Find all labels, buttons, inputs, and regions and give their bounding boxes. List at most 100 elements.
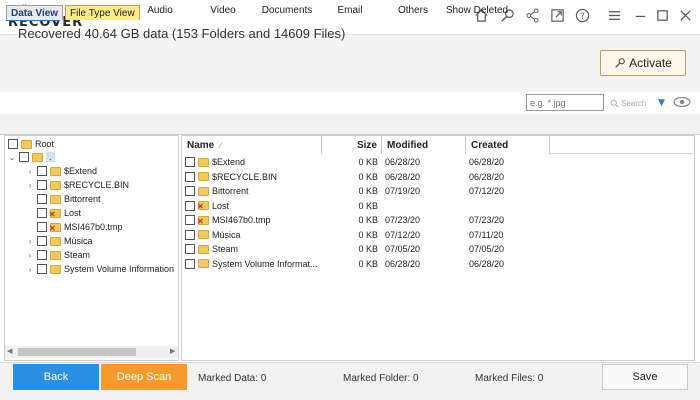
tab-data-view[interactable]: Data View — [6, 5, 64, 20]
tree-item[interactable]: › $Extend — [26, 164, 97, 178]
checkbox[interactable] — [37, 222, 47, 232]
tree-item[interactable]: › Steam — [26, 248, 90, 262]
cell-modified: 06/28/20 — [385, 157, 421, 167]
chevron-right-icon[interactable]: › — [26, 180, 34, 190]
checkbox[interactable] — [185, 186, 195, 196]
tree-item-label: $Extend — [64, 166, 98, 176]
table-row[interactable]: $RECYCLE.BIN 0 KB 06/28/20 06/28/20 — [183, 170, 553, 184]
tree-item[interactable]: › $RECYCLE.BIN — [26, 178, 129, 192]
table-row[interactable]: Steam 0 KB 07/05/20 07/05/20 — [183, 242, 553, 256]
table-row[interactable]: Bittorrent 0 KB 07/19/20 07/12/20 — [183, 184, 553, 198]
chevron-right-icon[interactable]: › — [26, 264, 34, 274]
deleted-folder-icon — [197, 201, 209, 211]
checkbox[interactable] — [185, 244, 195, 254]
scroll-left-icon[interactable]: ◀ — [7, 347, 12, 355]
search-icon — [610, 99, 619, 108]
tab-video[interactable]: Video — [202, 0, 244, 21]
cell-modified: 06/28/20 — [385, 171, 421, 182]
file-name: $RECYCLE.BIN — [212, 171, 278, 182]
tree-item[interactable]: MSI467b0.tmp — [26, 220, 123, 234]
chevron-down-icon[interactable]: ⌄ — [8, 152, 16, 162]
back-button[interactable]: Back — [13, 364, 99, 390]
cell-size: 0 KB — [358, 244, 378, 254]
chevron-right-icon[interactable]: › — [26, 236, 34, 246]
search-input[interactable] — [526, 94, 604, 111]
checkbox[interactable] — [37, 180, 47, 190]
filter-dropdown-icon[interactable]: ▼ — [658, 98, 665, 108]
checkbox[interactable] — [185, 215, 195, 225]
view-tabs-bar — [0, 114, 700, 135]
cell-created: 06/28/20 — [469, 171, 505, 182]
cell-size: 0 KB — [358, 215, 378, 225]
cell-modified: 06/28/20 — [385, 258, 421, 269]
deep-scan-button[interactable]: Deep Scan — [101, 364, 187, 390]
export-icon[interactable] — [548, 6, 566, 24]
tree-item[interactable]: Bittorrent — [26, 192, 101, 206]
checkbox[interactable] — [37, 236, 47, 246]
tree-item[interactable]: › System Volume Information — [26, 262, 174, 276]
chevron-right-icon[interactable]: › — [26, 166, 34, 176]
close-icon[interactable] — [676, 6, 694, 24]
checkbox[interactable] — [37, 264, 47, 274]
checkbox[interactable] — [19, 152, 29, 162]
cell-created: 07/23/20 — [469, 215, 505, 225]
cell-created: 06/28/20 — [469, 157, 505, 167]
table-row[interactable]: Música 0 KB 07/12/20 07/11/20 — [183, 228, 553, 242]
key-icon — [615, 58, 625, 68]
tree-item[interactable]: Lost — [26, 206, 81, 220]
tab-others[interactable]: Others — [392, 0, 434, 21]
activate-button[interactable]: Activate — [600, 50, 686, 76]
folder-icon — [198, 230, 209, 239]
table-row[interactable]: MSI467b0.tmp 0 KB 07/23/20 07/23/20 — [183, 213, 553, 227]
cell-name: MSI467b0.tmp — [185, 213, 318, 227]
checkbox[interactable] — [185, 258, 195, 269]
checkbox[interactable] — [37, 250, 47, 260]
column-header-size[interactable]: Size — [322, 136, 382, 154]
cell-modified: 07/19/20 — [385, 186, 421, 196]
minimize-icon[interactable] — [631, 6, 649, 24]
table-row[interactable]: $Extend 0 KB 06/28/20 06/28/20 — [183, 155, 553, 169]
tree-item[interactable]: › Música — [26, 234, 93, 248]
tree-drive[interactable]: ⌄ . — [8, 150, 55, 164]
search-button[interactable]: Search — [610, 96, 660, 110]
table-row[interactable]: System Volume Informat... 0 KB 06/28/20 06/… — [183, 257, 553, 271]
activate-label: Activate — [629, 56, 672, 70]
tab-documents[interactable]: Documents — [258, 0, 316, 21]
checkbox[interactable] — [37, 194, 47, 204]
checkbox[interactable] — [185, 229, 195, 240]
cell-name: $Extend — [185, 155, 318, 169]
column-header-name[interactable]: Name — [182, 136, 322, 154]
column-header-created[interactable]: Created — [466, 136, 550, 154]
tab-audio[interactable]: Audio — [138, 0, 182, 21]
deleted-folder-icon — [197, 215, 209, 226]
help-icon[interactable]: ? — [573, 6, 591, 24]
menu-icon[interactable] — [605, 6, 623, 24]
checkbox[interactable] — [37, 208, 47, 218]
tab-show-deleted[interactable]: Show Deleted — [444, 0, 510, 21]
scroll-right-icon[interactable]: ▶ — [170, 347, 175, 355]
checkbox[interactable] — [185, 171, 195, 182]
chevron-right-icon[interactable]: › — [26, 250, 34, 260]
share-icon[interactable] — [523, 6, 541, 24]
tree-item-label: Lost — [64, 208, 82, 218]
cell-size: 0 KB — [358, 200, 378, 211]
tree-item-label: Steam — [64, 250, 91, 260]
file-name: Lost — [212, 200, 230, 211]
marked-folder-value: 0 — [413, 373, 419, 384]
table-row[interactable]: Lost 0 KB — [183, 199, 553, 213]
checkbox[interactable] — [185, 157, 195, 167]
cell-name: Música — [185, 228, 318, 242]
checkbox[interactable] — [37, 166, 47, 176]
folder-icon — [21, 139, 32, 149]
checkbox[interactable] — [185, 200, 195, 211]
cell-name: System Volume Informat... — [185, 257, 318, 271]
save-button[interactable]: Save — [602, 364, 688, 390]
tab-file-type-view[interactable]: File Type View — [65, 5, 140, 20]
tab-email[interactable]: Email — [330, 0, 370, 21]
column-header-modified[interactable]: Modified — [382, 136, 466, 154]
tree-scroll-thumb[interactable] — [18, 348, 136, 356]
checkbox[interactable] — [8, 139, 18, 149]
eye-icon[interactable] — [673, 96, 691, 110]
maximize-icon[interactable] — [653, 6, 671, 24]
tree-root[interactable]: Root — [8, 137, 54, 151]
